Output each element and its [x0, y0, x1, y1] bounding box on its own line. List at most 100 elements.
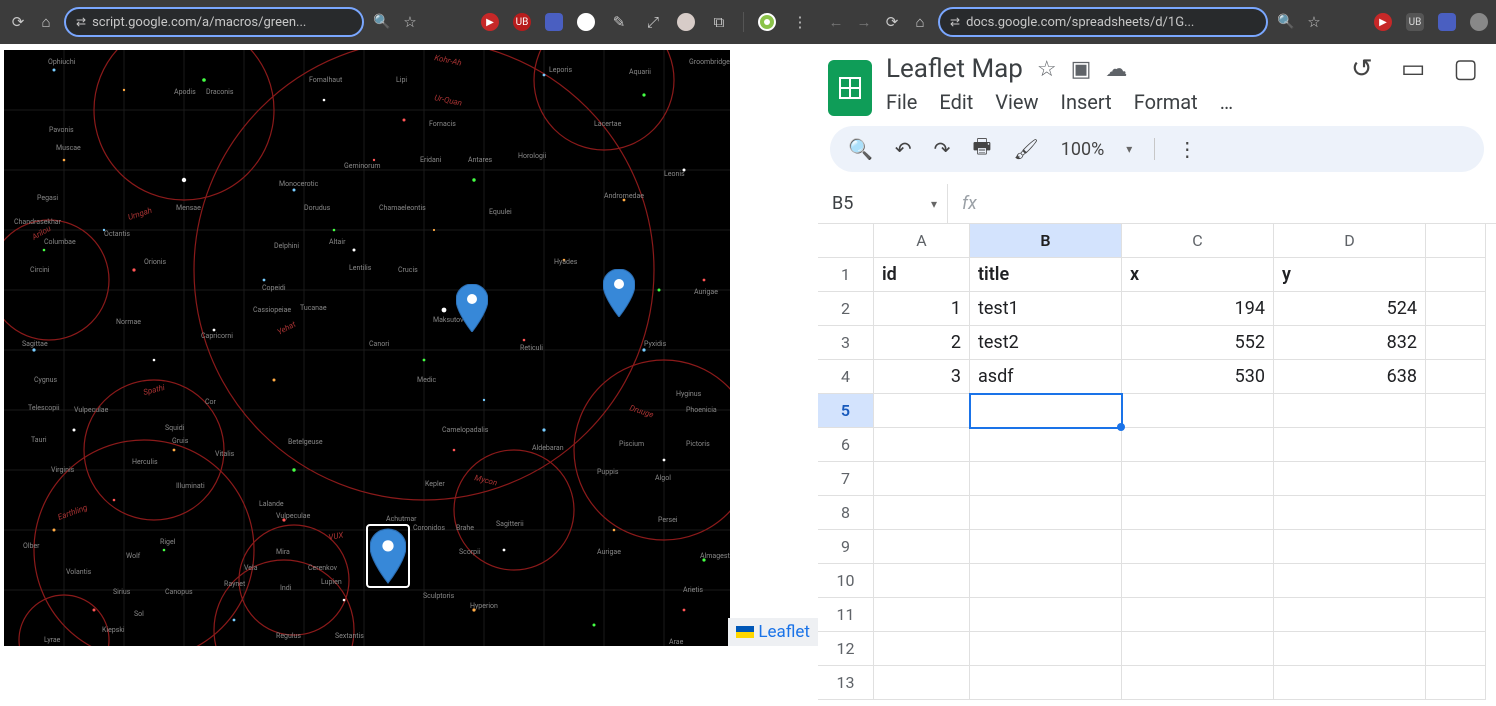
ext-2-icon[interactable]: UB [513, 13, 531, 31]
row-header[interactable]: 1 [818, 258, 874, 292]
ext-4-icon[interactable] [577, 13, 595, 31]
paint-format-icon[interactable]: 🖌 [1013, 137, 1038, 161]
forward-icon[interactable]: → [854, 12, 874, 32]
cell[interactable]: 530 [1122, 360, 1274, 394]
cell[interactable]: id [874, 258, 970, 292]
ext-4-icon[interactable] [1470, 13, 1488, 31]
cell[interactable]: asdf [970, 360, 1122, 394]
cell[interactable] [1274, 394, 1426, 428]
cell[interactable] [1274, 428, 1426, 462]
cell[interactable] [1426, 394, 1486, 428]
toolbar-more-icon[interactable]: ⋮ [1177, 137, 1197, 161]
row-header[interactable]: 4 [818, 360, 874, 394]
row-header[interactable]: 12 [818, 632, 874, 666]
row-header[interactable]: 13 [818, 666, 874, 700]
ext-2-icon[interactable]: UB [1406, 13, 1424, 31]
extensions-icon[interactable]: ⧉ [709, 12, 729, 32]
cell[interactable] [1426, 564, 1486, 598]
cell[interactable] [1122, 530, 1274, 564]
cell[interactable] [1426, 496, 1486, 530]
cell[interactable]: test1 [970, 292, 1122, 326]
profile-avatar[interactable] [758, 13, 776, 31]
meet-icon[interactable]: ▢ [1453, 54, 1478, 84]
cell[interactable] [970, 632, 1122, 666]
cell[interactable] [1426, 462, 1486, 496]
map-marker[interactable] [603, 269, 635, 317]
cell[interactable] [970, 428, 1122, 462]
row-header[interactable]: 2 [818, 292, 874, 326]
cell[interactable] [1122, 394, 1274, 428]
cell[interactable] [1122, 428, 1274, 462]
zoom-dropdown-icon[interactable]: ▾ [1126, 142, 1132, 156]
row-header[interactable]: 10 [818, 564, 874, 598]
col-header-extra[interactable] [1426, 224, 1486, 258]
col-header-B[interactable]: B [970, 224, 1122, 258]
row-header[interactable]: 3 [818, 326, 874, 360]
cell[interactable] [970, 666, 1122, 700]
cloud-status-icon[interactable]: ☁ [1105, 57, 1127, 82]
cell[interactable]: 1 [874, 292, 970, 326]
cell[interactable] [1122, 666, 1274, 700]
cell[interactable] [1274, 598, 1426, 632]
col-header-C[interactable]: C [1122, 224, 1274, 258]
row-header[interactable]: 6 [818, 428, 874, 462]
cell[interactable] [1426, 326, 1486, 360]
active-cell[interactable] [970, 394, 1122, 428]
cell[interactable]: 552 [1122, 326, 1274, 360]
row-header[interactable]: 7 [818, 462, 874, 496]
cell[interactable] [874, 462, 970, 496]
map-marker[interactable] [456, 284, 488, 332]
cell[interactable]: 638 [1274, 360, 1426, 394]
cell[interactable] [1274, 530, 1426, 564]
ext-3-icon[interactable] [1438, 13, 1456, 31]
cell[interactable]: title [970, 258, 1122, 292]
cell[interactable] [1122, 496, 1274, 530]
row-header[interactable]: 5 [818, 394, 874, 428]
cell[interactable] [1426, 360, 1486, 394]
cell[interactable] [874, 496, 970, 530]
reload-icon[interactable]: ⟳ [882, 12, 902, 32]
cell[interactable]: 2 [874, 326, 970, 360]
cell[interactable] [1426, 428, 1486, 462]
cell[interactable] [1274, 496, 1426, 530]
doc-title[interactable]: Leaflet Map [886, 54, 1023, 84]
cell[interactable] [970, 462, 1122, 496]
site-info-icon[interactable]: ⇄ [950, 15, 960, 29]
cell[interactable]: 832 [1274, 326, 1426, 360]
cell[interactable]: y [1274, 258, 1426, 292]
name-box[interactable]: B5 ▾ [818, 184, 948, 223]
leaflet-link-text[interactable]: Leaflet [758, 622, 810, 642]
ext-1-icon[interactable]: ▶ [481, 13, 499, 31]
cell[interactable] [1122, 462, 1274, 496]
search-icon[interactable]: 🔍 [848, 137, 873, 161]
home-icon[interactable]: ⌂ [910, 12, 930, 32]
menu-format[interactable]: Format [1134, 90, 1198, 114]
cell[interactable] [1426, 666, 1486, 700]
leaflet-map-canvas[interactable]: Kohr-Ah Ur-Quan Umgah Arilou Spathi Druu… [4, 50, 730, 646]
reload-icon[interactable]: ⟳ [8, 12, 28, 32]
menu-more[interactable]: … [1220, 90, 1233, 114]
menu-edit[interactable]: Edit [939, 90, 973, 114]
undo-icon[interactable]: ↶ [895, 137, 912, 161]
cell[interactable] [1274, 564, 1426, 598]
cell[interactable] [874, 598, 970, 632]
cell[interactable] [1426, 258, 1486, 292]
spreadsheet-grid[interactable]: A B C D 1 id title x y 2 1 test1 194 524… [818, 224, 1496, 700]
redo-icon[interactable]: ↷ [934, 137, 951, 161]
cell[interactable] [970, 496, 1122, 530]
ext-7-icon[interactable] [677, 13, 695, 31]
cell[interactable] [1274, 462, 1426, 496]
col-header-D[interactable]: D [1274, 224, 1426, 258]
zoom-level[interactable]: 100% [1061, 139, 1105, 160]
history-icon[interactable]: ↺ [1351, 54, 1373, 84]
cell[interactable] [874, 632, 970, 666]
name-box-dropdown-icon[interactable]: ▾ [931, 197, 937, 211]
leaflet-attribution[interactable]: Leaflet [728, 618, 818, 646]
zoom-out-icon[interactable]: 🔍 [1276, 12, 1296, 32]
cell[interactable]: test2 [970, 326, 1122, 360]
ext-3-icon[interactable] [545, 13, 563, 31]
cell[interactable] [1426, 530, 1486, 564]
kebab-menu-icon[interactable]: ⋮ [790, 12, 810, 32]
col-header-A[interactable]: A [874, 224, 970, 258]
row-header[interactable]: 9 [818, 530, 874, 564]
